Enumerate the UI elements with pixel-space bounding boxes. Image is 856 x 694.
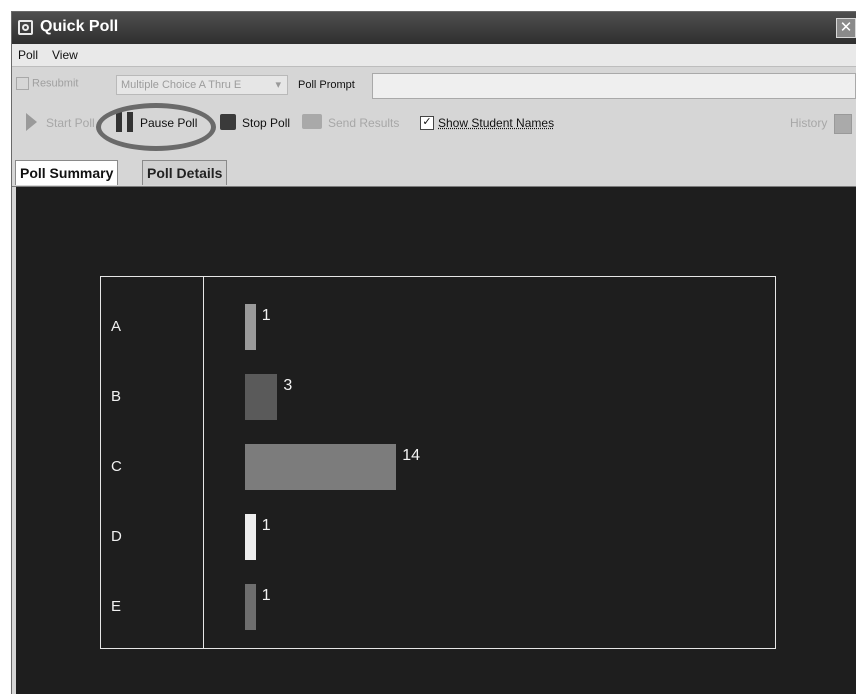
resubmit-icon [16, 77, 29, 90]
poll-settings-row: Resubmit Multiple Choice A Thru E ▾ Poll… [12, 70, 856, 100]
question-type-value: Multiple Choice A Thru E [121, 79, 242, 91]
play-icon [26, 113, 37, 131]
bar-e [245, 584, 256, 630]
start-poll-button[interactable]: Start Poll [46, 116, 95, 130]
tab-poll-details[interactable]: Poll Details [142, 160, 228, 185]
poll-prompt-input[interactable] [372, 73, 856, 99]
bar-a [245, 304, 256, 350]
title-bar[interactable]: Quick Poll ✕ [12, 12, 856, 44]
value-label: 14 [402, 447, 420, 464]
value-label: 1 [261, 307, 271, 324]
bar-b [245, 374, 278, 420]
history-button[interactable]: History [790, 116, 827, 130]
poll-prompt-label: Poll Prompt [298, 79, 355, 91]
category-label: B [111, 388, 122, 405]
show-student-names-label[interactable]: Show Student Names [438, 116, 554, 130]
menu-view[interactable]: View [52, 48, 78, 62]
poll-summary-panel: A 1 B 3 C 14 D 1 E 1 [16, 187, 856, 694]
bar-c [245, 444, 397, 490]
chevron-down-icon: ▾ [275, 79, 281, 91]
window-title: Quick Poll [40, 18, 119, 35]
close-icon[interactable]: ✕ [836, 18, 856, 38]
resubmit-label: Resubmit [32, 77, 79, 90]
menu-poll[interactable]: Poll [18, 48, 38, 62]
resubmit-button[interactable]: Resubmit [16, 77, 78, 90]
category-label: A [111, 318, 122, 335]
chart-divider [203, 277, 204, 648]
stop-icon[interactable] [220, 114, 236, 130]
stop-poll-button[interactable]: Stop Poll [242, 116, 290, 130]
app-icon [18, 20, 33, 35]
quick-poll-window: Quick Poll ✕ Poll View Resubmit Multiple… [12, 12, 856, 694]
send-results-button[interactable]: Send Results [328, 116, 399, 130]
tab-poll-summary[interactable]: Poll Summary [15, 160, 119, 185]
show-student-names-checkbox[interactable]: ✓ [420, 116, 434, 130]
value-label: 1 [261, 587, 271, 604]
history-icon[interactable] [834, 114, 852, 134]
send-results-icon [302, 114, 322, 129]
menu-bar: Poll View [12, 44, 856, 67]
pause-highlight-circle [96, 103, 216, 151]
category-label: D [111, 528, 122, 545]
category-label: E [111, 598, 122, 615]
tab-strip: Poll Summary Poll Details [12, 158, 856, 187]
category-label: C [111, 458, 122, 475]
bar-d [245, 514, 256, 560]
value-label: 1 [261, 517, 271, 534]
results-bar-chart: A 1 B 3 C 14 D 1 E 1 [100, 276, 776, 649]
value-label: 3 [283, 377, 293, 394]
question-type-select[interactable]: Multiple Choice A Thru E ▾ [116, 75, 288, 95]
